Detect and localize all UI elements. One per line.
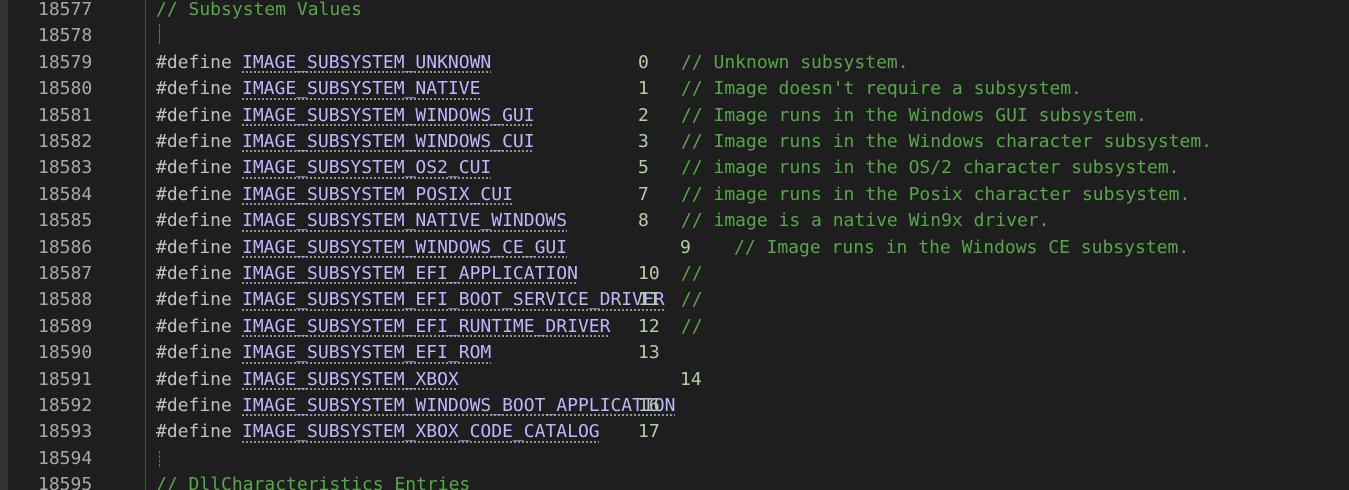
define-directive: #define (156, 210, 232, 232)
macro-name[interactable]: IMAGE_SUBSYSTEM_WINDOWS_CUI (242, 129, 535, 155)
macro-value: 2 (638, 104, 649, 126)
code-comment: // Subsystem Values (156, 0, 362, 20)
indent-guide (159, 450, 160, 467)
macro-value: 5 (638, 157, 649, 179)
trailing-comment: // (681, 263, 703, 284)
trailing-comment: // image runs in the Posix character sub… (681, 183, 1191, 205)
trailing-comment: // (681, 289, 703, 311)
macro-value: 9 (680, 236, 691, 258)
define-directive: #define (156, 315, 232, 337)
macro-value: 12 (638, 315, 660, 337)
editor-margin-strip (0, 0, 8, 490)
macro-value: 14 (680, 368, 702, 390)
gutter-divider (145, 0, 146, 490)
macro-value: 16 (638, 395, 660, 416)
macro-name[interactable]: IMAGE_SUBSYSTEM_POSIX_CUI (242, 182, 513, 208)
macro-value: 1 (638, 78, 649, 100)
line-number: 18592 (38, 395, 93, 416)
line-number: 18579 (38, 51, 93, 73)
indent-guide (159, 24, 160, 42)
line-number: 18585 (38, 210, 93, 232)
line-number: 18595 (38, 474, 93, 490)
trailing-comment: // image is a native Win9x driver. (681, 210, 1050, 232)
define-directive: #define (156, 157, 232, 179)
define-directive: #define (156, 395, 232, 416)
code-editor[interactable]: 18577// Subsystem Values 18578 18579 #defin… (0, 0, 1349, 490)
line-number: 18580 (38, 78, 93, 100)
line-number: 18591 (38, 368, 93, 390)
macro-name[interactable]: IMAGE_SUBSYSTEM_WINDOWS_BOOT_APPLICATION (242, 393, 675, 419)
macro-name[interactable]: IMAGE_SUBSYSTEM_XBOX (242, 367, 459, 393)
define-directive: #define (156, 183, 232, 205)
macro-value: 3 (638, 131, 649, 152)
define-directive: #define (156, 51, 232, 73)
macro-name[interactable]: IMAGE_SUBSYSTEM_XBOX_CODE_CATALOG (242, 419, 600, 445)
trailing-comment: // image runs in the OS/2 character subs… (681, 157, 1180, 179)
line-number: 18581 (38, 104, 93, 126)
macro-name[interactable]: IMAGE_SUBSYSTEM_EFI_BOOT_SERVICE_DRIVER (242, 287, 665, 313)
define-directive: #define (156, 236, 232, 258)
define-directive: #define (156, 342, 232, 364)
macro-name[interactable]: IMAGE_SUBSYSTEM_EFI_APPLICATION (242, 261, 578, 287)
trailing-comment: // (681, 315, 703, 337)
line-number: 18588 (38, 289, 93, 311)
macro-value: 17 (638, 421, 660, 443)
define-directive: #define (156, 263, 232, 284)
line-number: 18584 (38, 183, 93, 205)
line-number: 18593 (38, 421, 93, 443)
trailing-comment: // Image doesn't require a subsystem. (681, 78, 1082, 100)
line-number: 18578 (38, 25, 93, 47)
macro-name[interactable]: IMAGE_SUBSYSTEM_NATIVE_WINDOWS (242, 208, 567, 234)
macro-value: 8 (638, 210, 649, 232)
define-directive: #define (156, 368, 232, 390)
macro-name[interactable]: IMAGE_SUBSYSTEM_WINDOWS_GUI (242, 103, 535, 129)
define-directive: #define (156, 421, 232, 443)
macro-value: 7 (638, 183, 649, 205)
macro-name[interactable]: IMAGE_SUBSYSTEM_EFI_RUNTIME_DRIVER (242, 314, 610, 340)
macro-name[interactable]: IMAGE_SUBSYSTEM_EFI_ROM (242, 340, 491, 366)
line-number: 18582 (38, 131, 93, 152)
code-comment: // DllCharacteristics Entries (156, 474, 471, 490)
macro-value: 11 (638, 289, 660, 311)
line-number: 18586 (38, 236, 93, 258)
trailing-comment: // Image runs in the Windows GUI subsyst… (681, 104, 1147, 126)
line-number: 18589 (38, 315, 93, 337)
trailing-comment: // Image runs in the Windows character s… (681, 131, 1213, 152)
define-directive: #define (156, 131, 232, 152)
line-number: 18590 (38, 342, 93, 364)
line-number: 18587 (38, 263, 93, 284)
macro-name[interactable]: IMAGE_SUBSYSTEM_OS2_CUI (242, 155, 491, 181)
macro-name[interactable]: IMAGE_SUBSYSTEM_NATIVE (242, 76, 480, 102)
macro-name[interactable]: IMAGE_SUBSYSTEM_UNKNOWN (242, 50, 491, 76)
define-directive: #define (156, 78, 232, 100)
define-directive: #define (156, 289, 232, 311)
macro-value: 10 (638, 263, 660, 284)
line-number: 18583 (38, 157, 93, 179)
macro-value: 0 (638, 51, 649, 73)
trailing-comment: // Unknown subsystem. (681, 51, 909, 73)
trailing-comment: // Image runs in the Windows CE subsyste… (734, 236, 1190, 258)
line-number: 18594 (38, 447, 93, 469)
line-number: 18577 (38, 0, 93, 20)
macro-value: 13 (638, 342, 660, 364)
define-directive: #define (156, 104, 232, 126)
macro-name[interactable]: IMAGE_SUBSYSTEM_WINDOWS_CE_GUI (242, 235, 567, 261)
